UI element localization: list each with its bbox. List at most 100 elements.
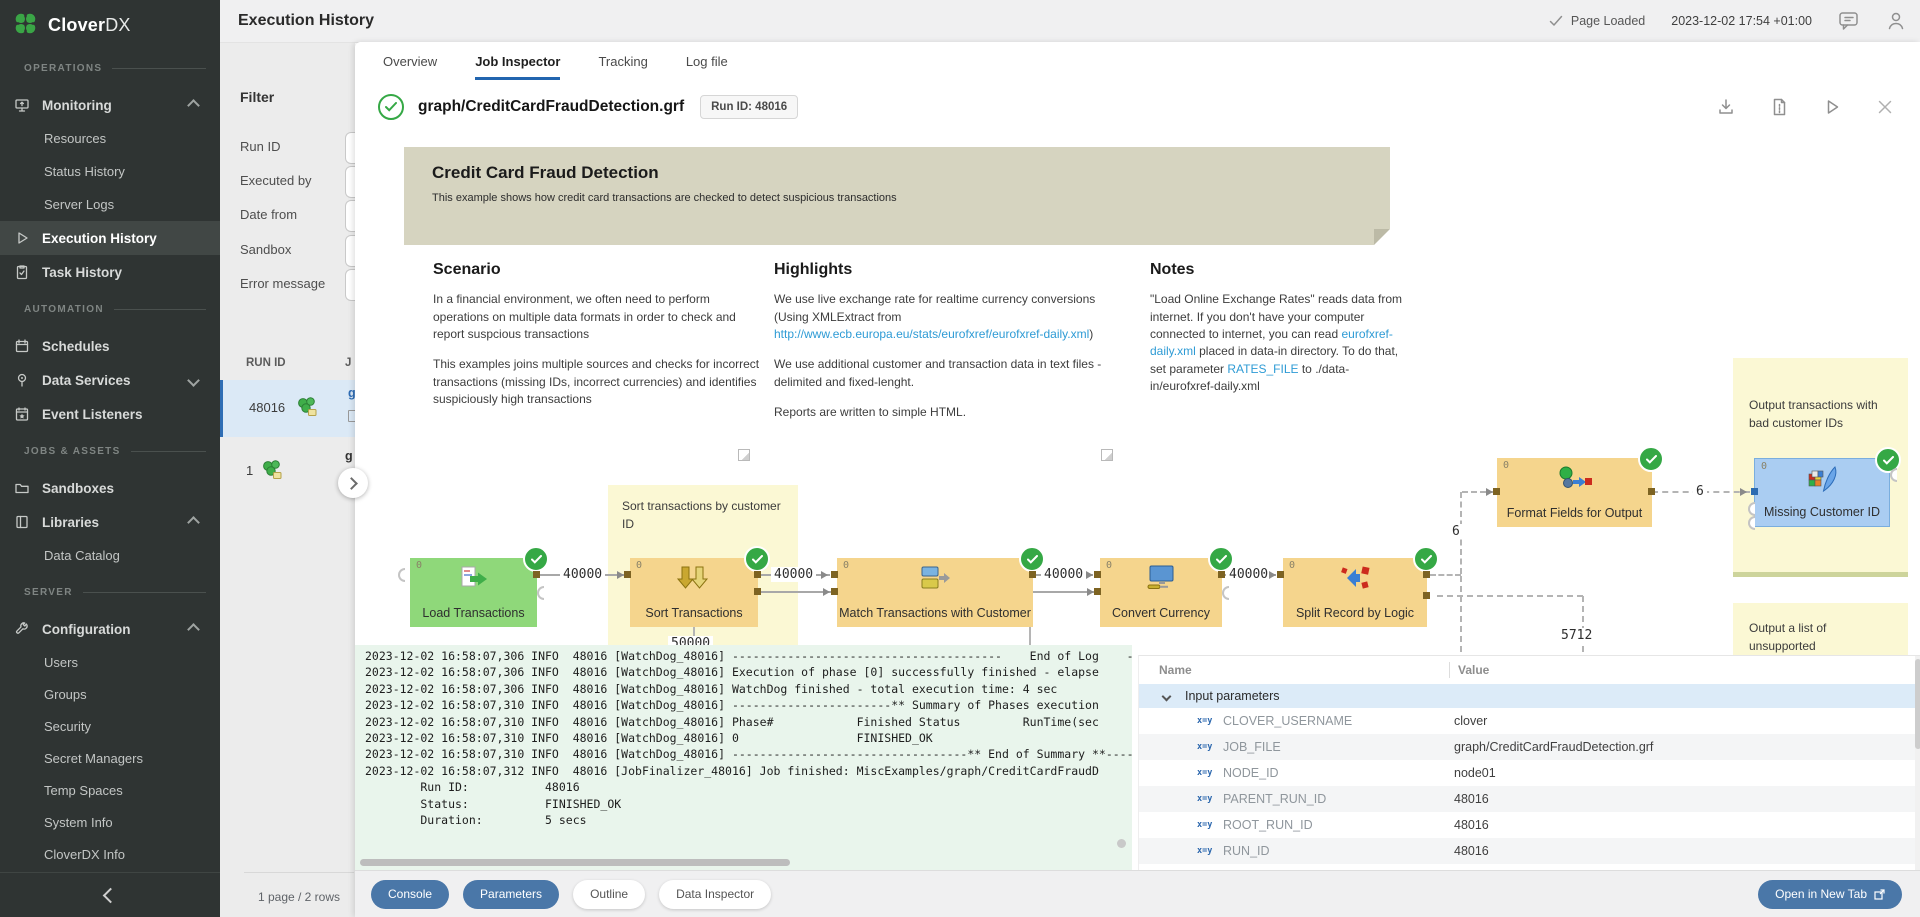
tab-overview[interactable]: Overview — [383, 42, 437, 80]
check-icon — [1549, 15, 1563, 27]
sticky-note-unsupported[interactable]: Output a list of unsupportedcurrency — [1733, 603, 1908, 655]
sidebar-item-resources[interactable]: Resources — [0, 122, 220, 155]
app-logo[interactable]: CloverDX — [0, 0, 220, 48]
phase-marker[interactable] — [738, 449, 750, 461]
pagination-text: 1 page / 2 rows — [244, 872, 354, 904]
column-header-job-file[interactable]: J — [345, 357, 355, 369]
component-match-transactions[interactable]: 0 Match Transactions with Customer — [837, 558, 1033, 627]
name-column-header[interactable]: Name — [1159, 663, 1449, 677]
sidebar-item-security[interactable]: Security — [0, 710, 220, 742]
close-icon[interactable] — [1875, 97, 1895, 117]
success-check-icon — [1875, 447, 1901, 473]
parameter-row[interactable]: x=yRUN_ID48016 — [1139, 838, 1920, 864]
data-inspector-toggle-button[interactable]: Data Inspector — [659, 880, 771, 909]
ecb-rates-link[interactable]: http://www.ecb.europa.eu/stats/eurofxref… — [774, 327, 1089, 341]
sidebar-item-libraries[interactable]: Libraries — [0, 505, 220, 539]
console-log-panel[interactable]: 2023-12-02 16:58:07,306 INFO 48016 [Watc… — [355, 645, 1132, 870]
component-split-record[interactable]: 0 Split Record by Logic — [1283, 558, 1427, 627]
reader-icon — [410, 565, 537, 591]
filter-label-error-message: Error message — [240, 276, 325, 291]
sidebar-item-sandboxes[interactable]: Sandboxes — [0, 471, 220, 505]
sidebar-item-cloverdx-info[interactable]: CloverDX Info — [0, 838, 220, 870]
column-header-run-id[interactable]: RUN ID — [246, 357, 286, 369]
sidebar-collapse-button[interactable] — [0, 872, 220, 917]
parameters-toggle-button[interactable]: Parameters — [463, 880, 559, 909]
parameter-icon: x=y — [1197, 742, 1223, 752]
detail-tabs: Overview Job Inspector Tracking Log file — [355, 42, 1920, 81]
phase-marker[interactable] — [1101, 449, 1113, 461]
vertical-scrollbar[interactable] — [1117, 839, 1126, 848]
component-sort-transactions[interactable]: 0 Sort Transactions — [630, 558, 758, 627]
arrowhead — [1740, 488, 1747, 496]
chevron-up-icon — [187, 99, 200, 112]
component-convert-currency[interactable]: 0 Convert Currency — [1100, 558, 1222, 627]
log-file-icon[interactable] — [1769, 97, 1789, 117]
sidebar-item-execution-history[interactable]: Execution History — [0, 221, 220, 255]
sidebar-item-schedules[interactable]: Schedules — [0, 329, 220, 363]
parameter-row[interactable]: x=yPARENT_RUN_ID48016 — [1139, 786, 1920, 812]
expand-filter-panel-button[interactable] — [338, 468, 368, 498]
component-load-transactions[interactable]: 0 Load Transactions — [410, 558, 537, 627]
value-column-header[interactable]: Value — [1458, 663, 1489, 677]
input-port — [1094, 571, 1101, 578]
sidebar-item-task-history[interactable]: Task History — [0, 255, 220, 289]
download-log-icon[interactable] — [1716, 97, 1736, 117]
horizontal-scrollbar[interactable] — [360, 859, 790, 866]
parameters-panel: Name Value Input parameters x=yCLOVER_US… — [1138, 655, 1920, 871]
job-header: graph/CreditCardFraudDetection.grf Run I… — [355, 80, 1920, 134]
log-line: 2023-12-02 16:58:07,306 INFO 48016 [Watc… — [365, 681, 1132, 697]
edge-count: 40000 — [560, 567, 605, 582]
output-port — [1423, 592, 1430, 599]
parameter-row[interactable]: x=yROOT_RUN_ID48016 — [1139, 812, 1920, 838]
sidebar-item-monitoring[interactable]: Monitoring — [0, 88, 220, 122]
sidebar-item-groups[interactable]: Groups — [0, 678, 220, 710]
highlights-column: Highlights We use live exchange rate for… — [774, 258, 1112, 435]
sidebar-item-system-info[interactable]: System Info — [0, 806, 220, 838]
run-again-icon[interactable] — [1822, 97, 1842, 117]
tab-log-file[interactable]: Log file — [686, 42, 728, 80]
sidebar-item-status-history[interactable]: Status History — [0, 155, 220, 188]
parameter-icon: x=y — [1197, 820, 1223, 830]
column-divider[interactable] — [1449, 662, 1450, 678]
top-bar: Execution History Page Loaded 2023-12-02… — [220, 0, 1920, 43]
open-in-new-tab-button[interactable]: Open in New Tab — [1758, 880, 1902, 909]
feedback-icon[interactable] — [1838, 11, 1860, 31]
sidebar-item-temp-spaces[interactable]: Temp Spaces — [0, 774, 220, 806]
sidebar-item-users[interactable]: Users — [0, 646, 220, 678]
open-port — [398, 568, 405, 582]
parameter-row[interactable]: x=yCLOVER_USERNAMEclover — [1139, 708, 1920, 734]
clover-logo-icon — [12, 10, 39, 40]
parameter-row[interactable]: x=yNODE_IDnode01 — [1139, 760, 1920, 786]
input-parameters-group-row[interactable]: Input parameters — [1139, 684, 1920, 708]
sidebar-item-event-listeners[interactable]: Event Listeners — [0, 397, 220, 431]
component-format-fields[interactable]: 0 Format Fields for Output — [1497, 458, 1652, 527]
edge-split-unsupported-vertical[interactable] — [1582, 596, 1584, 652]
edge-split-down-vertical[interactable] — [1460, 576, 1462, 652]
run-list-row-48016[interactable]: 48016 g — [220, 380, 358, 437]
sidebar-item-data-catalog[interactable]: Data Catalog — [0, 539, 220, 572]
console-toggle-button[interactable]: Console — [371, 880, 449, 909]
user-avatar-icon[interactable] — [1886, 11, 1906, 31]
sidebar-item-data-services[interactable]: Data Services — [0, 363, 220, 397]
tab-job-inspector[interactable]: Job Inspector — [475, 42, 560, 80]
edge-split-unsupported[interactable] — [1437, 595, 1583, 597]
sidebar-item-secret-managers[interactable]: Secret Managers — [0, 742, 220, 774]
run-list-row-1[interactable]: 1 g — [220, 443, 355, 500]
sidebar-item-server-logs[interactable]: Server Logs — [0, 188, 220, 221]
component-missing-customer-id[interactable]: 0 Missing Customer ID — [1754, 458, 1890, 527]
open-port — [1748, 516, 1755, 530]
graph-description-note[interactable]: Credit Card Fraud Detection This example… — [404, 147, 1390, 245]
edge-split-up[interactable] — [1430, 574, 1461, 576]
edge-match-convert-2[interactable] — [1033, 591, 1095, 593]
open-port — [1748, 502, 1755, 516]
chevron-up-icon — [187, 516, 200, 529]
filter-panel: Filter Run ID Executed by Date from Sand… — [220, 42, 355, 917]
edge-sort-match-2[interactable] — [758, 591, 833, 593]
sidebar-item-configuration[interactable]: Configuration — [0, 612, 220, 646]
tab-tracking[interactable]: Tracking — [598, 42, 647, 80]
rates-file-link[interactable]: RATES_FILE — [1227, 362, 1298, 376]
outline-toggle-button[interactable]: Outline — [573, 880, 645, 909]
scrollbar-thumb[interactable] — [1915, 659, 1920, 749]
parameter-row[interactable]: x=yJOB_FILEgraph/CreditCardFraudDetectio… — [1139, 734, 1920, 760]
open-port — [1222, 586, 1229, 600]
